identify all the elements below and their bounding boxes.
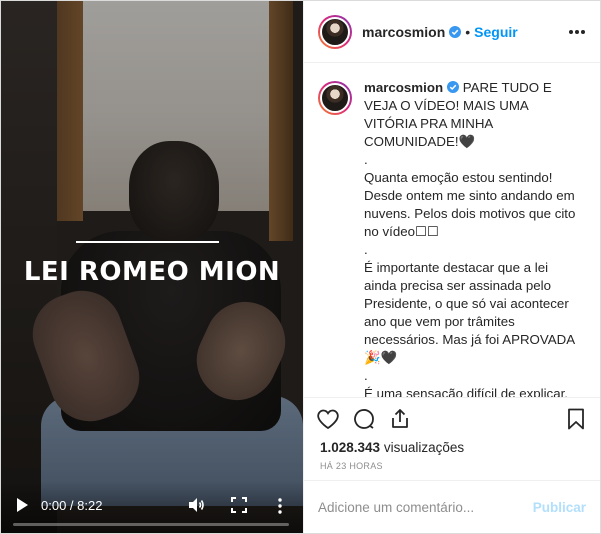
views-count[interactable]: 1.028.343 visualizações (304, 440, 600, 455)
caption-text: PARE TUDO E VEJA O VÍDEO! MAIS UMA VITÓR… (364, 80, 576, 398)
title-divider (76, 241, 219, 243)
post-container: LEI ROMEO MION 0:00 / 8:22 marcosmion • … (0, 0, 601, 534)
views-number: 1.028.343 (320, 440, 381, 455)
volume-icon[interactable] (187, 496, 205, 514)
follow-button[interactable]: Seguir (474, 24, 518, 40)
comments-area[interactable]: marcosmion PARE TUDO E VEJA O VÍDEO! MAI… (304, 63, 600, 398)
play-icon[interactable] (15, 497, 29, 513)
publish-button[interactable]: Publicar (533, 500, 586, 515)
video-player[interactable]: LEI ROMEO MION 0:00 / 8:22 (1, 1, 303, 533)
caption-avatar[interactable] (318, 81, 352, 115)
post-panel: marcosmion • Seguir marcosmion PARE TUDO… (303, 1, 600, 533)
header-username[interactable]: marcosmion (362, 24, 445, 40)
caption: marcosmion PARE TUDO E VEJA O VÍDEO! MAI… (318, 79, 586, 398)
video-overlay-title: LEI ROMEO MION (23, 257, 281, 287)
share-icon[interactable] (388, 407, 412, 431)
add-comment-bar: Adicione um comentário... Publicar (304, 481, 600, 533)
video-controls: 0:00 / 8:22 (1, 481, 303, 533)
verified-badge-icon (449, 25, 462, 38)
like-heart-icon[interactable] (316, 407, 340, 431)
action-bar (304, 398, 600, 440)
bookmark-icon[interactable] (564, 407, 588, 431)
more-options-icon[interactable] (568, 29, 586, 35)
post-time-ago[interactable]: HÁ 23 HORAS (304, 455, 600, 481)
comment-input[interactable]: Adicione um comentário... (318, 500, 533, 515)
views-label: visualizações (383, 440, 465, 455)
comment-icon[interactable] (352, 407, 376, 431)
video-more-icon[interactable] (277, 497, 283, 515)
avatar[interactable] (318, 14, 352, 49)
fullscreen-icon[interactable] (231, 497, 247, 513)
caption-verified-badge-icon (447, 81, 460, 93)
header-separator: • (465, 23, 471, 40)
post-header: marcosmion • Seguir (304, 1, 600, 63)
caption-username[interactable]: marcosmion (364, 80, 443, 95)
caption-text-block: marcosmion PARE TUDO E VEJA O VÍDEO! MAI… (364, 79, 582, 398)
video-time: 0:00 / 8:22 (41, 498, 103, 513)
video-progress-bar[interactable] (13, 523, 289, 526)
